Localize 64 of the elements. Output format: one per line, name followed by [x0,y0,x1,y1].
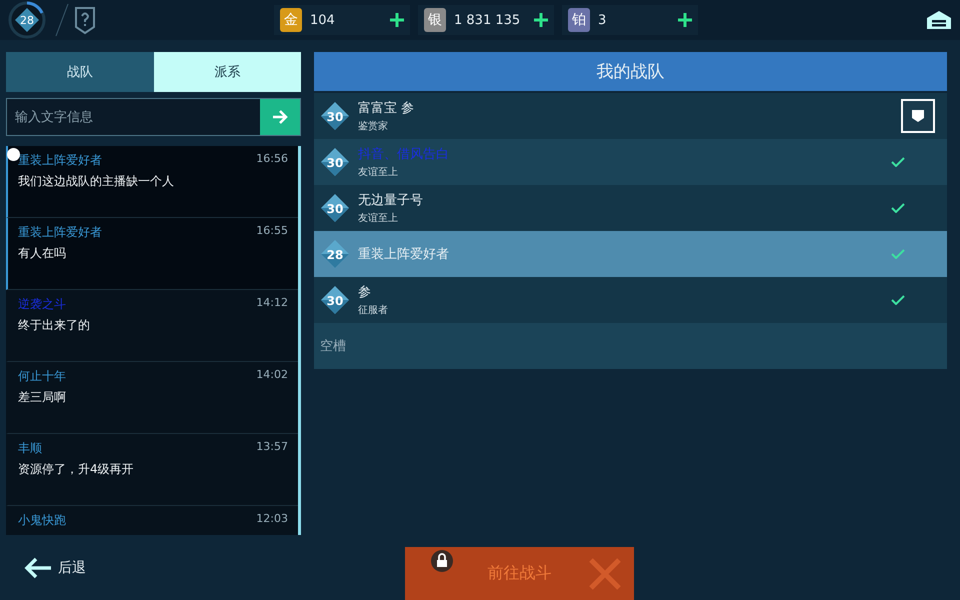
tab[interactable]: 派系 [154,52,301,92]
message-time: 14:12 [256,296,288,311]
check-icon [891,249,905,259]
message-time: 16:56 [256,152,288,167]
member-row[interactable]: 30 富富宝 参 鉴赏家 [314,93,947,139]
member-name: 无边量子号 [358,192,424,209]
lock-icon [431,550,453,572]
crossed-swords-icon [588,557,622,591]
message-text: 有人在吗 [18,245,67,262]
check-icon [891,295,905,305]
currency-amount: 1 831 135 [454,12,522,28]
member-name: 重装上阵爱好者 [358,246,450,263]
send-button[interactable] [260,99,300,135]
member-rank: 征服者 [358,304,389,317]
add-icon[interactable] [534,13,548,27]
player-level-icon[interactable]: 28 [8,1,46,39]
currency-amount: 104 [310,12,336,28]
member-rank: 友谊至上 [358,212,399,225]
garage-icon[interactable] [926,10,952,30]
member-name: 抖音、借风告白 [358,146,450,163]
sender-name: 小鬼快跑 [18,512,66,529]
back-button[interactable]: 后退 [18,556,92,580]
empty-slot: 空槽 [314,323,947,369]
sender-name: 逆袭之斗 [18,296,66,313]
help-shield-icon[interactable] [54,3,98,37]
check-icon [891,157,905,167]
message-text: 终于出来了的 [18,317,91,334]
member-row[interactable]: 30 无边量子号 友谊至上 [314,185,947,231]
member-row[interactable]: 30 抖音、借风告白 友谊至上 [314,139,947,185]
sender-name: 何止十年 [18,368,66,385]
tab[interactable]: 战队 [6,52,154,92]
currency-icon: 铂 [568,8,590,32]
add-icon[interactable] [390,13,404,27]
member-name: 富富宝 参 [358,100,416,117]
message-text: 我们这边战队的主播缺一个人 [18,173,175,190]
level-badge-icon: 28 [320,239,350,269]
member-name: 参 [358,284,372,301]
arrow-left-icon [24,556,52,578]
level-badge-icon: 30 [320,285,350,315]
sender-name: 丰顺 [18,440,42,457]
currency-icon: 银 [424,8,446,32]
panel-title: 我的战队 [314,52,947,91]
message-text: 差三局啊 [18,389,67,406]
sender-name: 重装上阵爱好者 [18,224,102,241]
message-time: 14:02 [256,368,288,383]
member-rank: 鉴赏家 [358,120,389,133]
message-field[interactable]: 输入文字信息 [6,98,301,136]
message-time: 16:55 [256,224,288,239]
level-badge-icon: 30 [320,193,350,223]
message-time: 13:57 [256,440,288,455]
level-badge-icon: 30 [320,101,350,131]
member-rank: 友谊至上 [358,166,399,179]
currency-amount: 3 [598,12,608,28]
sender-name: 重装上阵爱好者 [18,152,102,169]
message-time: 12:03 [256,512,288,527]
leader-shield-icon [901,99,935,133]
check-icon [891,203,905,213]
level-badge-icon: 30 [320,147,350,177]
member-row[interactable]: 30 参 征服者 [314,277,947,323]
member-row[interactable]: 28 重装上阵爱好者 [314,231,947,277]
add-icon[interactable] [678,13,692,27]
arrow-right-icon [272,110,288,124]
message-text: 资源停了，升4级再开 [18,461,135,478]
currency-icon: 金 [280,8,302,32]
